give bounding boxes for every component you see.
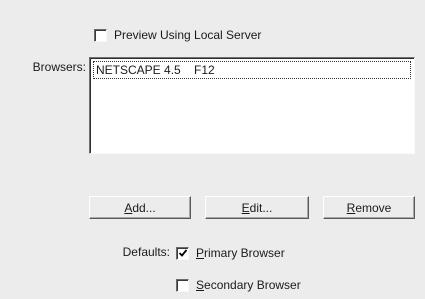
- preview-local-server-label: Preview Using Local Server: [114, 28, 262, 42]
- add-button-mnemonic: A: [124, 200, 133, 215]
- primary-browser-row[interactable]: Primary Browser: [176, 246, 285, 260]
- add-button-label: dd...: [132, 200, 156, 215]
- secondary-browser-label: Secondary Browser: [196, 278, 301, 292]
- secondary-browser-row[interactable]: Secondary Browser: [176, 278, 301, 292]
- add-button[interactable]: Add...: [89, 196, 191, 219]
- preview-local-server-row[interactable]: Preview Using Local Server: [94, 28, 261, 42]
- edit-button-label: dit...: [249, 200, 273, 215]
- secondary-browser-checkbox[interactable]: [176, 278, 189, 292]
- checkmark-icon: [178, 248, 188, 257]
- browsers-list[interactable]: NETSCAPE 4.5 F12: [89, 57, 415, 154]
- remove-button-label: emove: [355, 200, 392, 215]
- browser-list-item[interactable]: NETSCAPE 4.5 F12: [93, 61, 411, 79]
- remove-button[interactable]: Remove: [323, 196, 415, 219]
- edit-button-mnemonic: E: [241, 200, 250, 215]
- primary-browser-checkbox[interactable]: [176, 246, 189, 260]
- preferences-preview-panel: Preview Using Local Server Browsers: NET…: [0, 0, 425, 299]
- defaults-label: Defaults:: [122, 245, 170, 259]
- preview-local-server-checkbox[interactable]: [94, 28, 107, 42]
- primary-browser-label: Primary Browser: [196, 246, 285, 260]
- browsers-label: Browsers:: [32, 60, 86, 74]
- edit-button[interactable]: Edit...: [205, 196, 309, 219]
- remove-button-mnemonic: R: [346, 200, 356, 215]
